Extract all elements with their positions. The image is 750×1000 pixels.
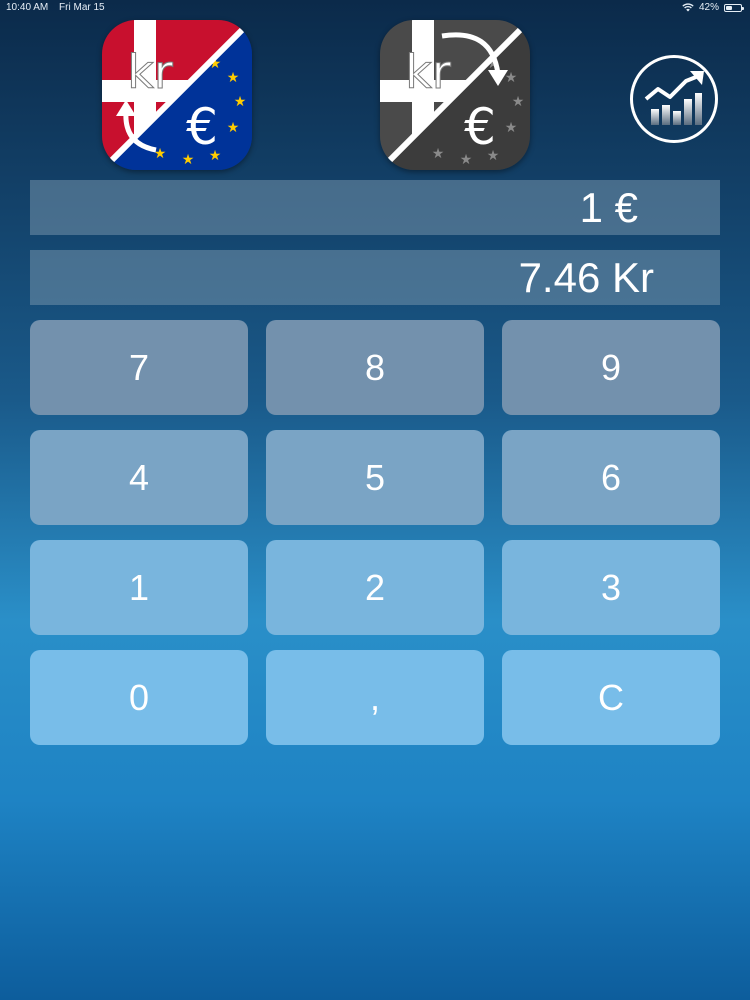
- status-time: 10:40 AM: [6, 2, 49, 13]
- status-date: Fri Mar 15: [59, 2, 105, 13]
- dkk-eur-flag-icon: ★ ★ ★ ★ ★ ★ ★ kr €: [102, 20, 252, 170]
- eur-amount-display: 1 €: [30, 180, 720, 235]
- svg-text:★: ★: [227, 70, 240, 86]
- battery-level: [726, 5, 732, 10]
- key-8[interactable]: 8: [266, 320, 484, 415]
- key-5[interactable]: 5: [266, 430, 484, 525]
- key-decimal-comma[interactable]: ,: [266, 650, 484, 745]
- wifi-icon: [682, 3, 694, 12]
- eur-to-dkk-mode-button[interactable]: ★ ★ ★ ★ ★ ★ ★ kr €: [380, 20, 530, 170]
- kr-label-gray: kr: [405, 45, 451, 99]
- key-4[interactable]: 4: [30, 430, 248, 525]
- key-0[interactable]: 0: [30, 650, 248, 745]
- key-9[interactable]: 9: [502, 320, 720, 415]
- dkk-to-eur-mode-button[interactable]: ★ ★ ★ ★ ★ ★ ★ kr €: [102, 20, 252, 170]
- dkk-eur-gray-icon: ★ ★ ★ ★ ★ ★ ★ kr €: [380, 20, 530, 170]
- euro-label-gray: €: [464, 98, 496, 156]
- chart-trend-icon: [644, 71, 704, 125]
- svg-text:★: ★: [234, 94, 247, 110]
- svg-text:★: ★: [512, 94, 525, 110]
- battery-percent: 42%: [698, 2, 719, 13]
- key-6[interactable]: 6: [502, 430, 720, 525]
- key-7[interactable]: 7: [30, 320, 248, 415]
- svg-text:★: ★: [432, 146, 445, 162]
- battery-icon: [724, 3, 744, 12]
- svg-text:★: ★: [227, 120, 240, 136]
- svg-text:★: ★: [505, 70, 518, 86]
- svg-text:★: ★: [505, 120, 518, 136]
- key-3[interactable]: 3: [502, 540, 720, 635]
- key-1[interactable]: 1: [30, 540, 248, 635]
- status-bar: 10:40 AM Fri Mar 15 42%: [0, 0, 750, 16]
- euro-label: €: [186, 98, 218, 156]
- exchange-rate-chart-button[interactable]: [630, 55, 718, 143]
- key-clear[interactable]: C: [502, 650, 720, 745]
- dkk-amount-display: 7.46 Kr: [30, 250, 720, 305]
- kr-label: kr: [127, 45, 173, 99]
- key-2[interactable]: 2: [266, 540, 484, 635]
